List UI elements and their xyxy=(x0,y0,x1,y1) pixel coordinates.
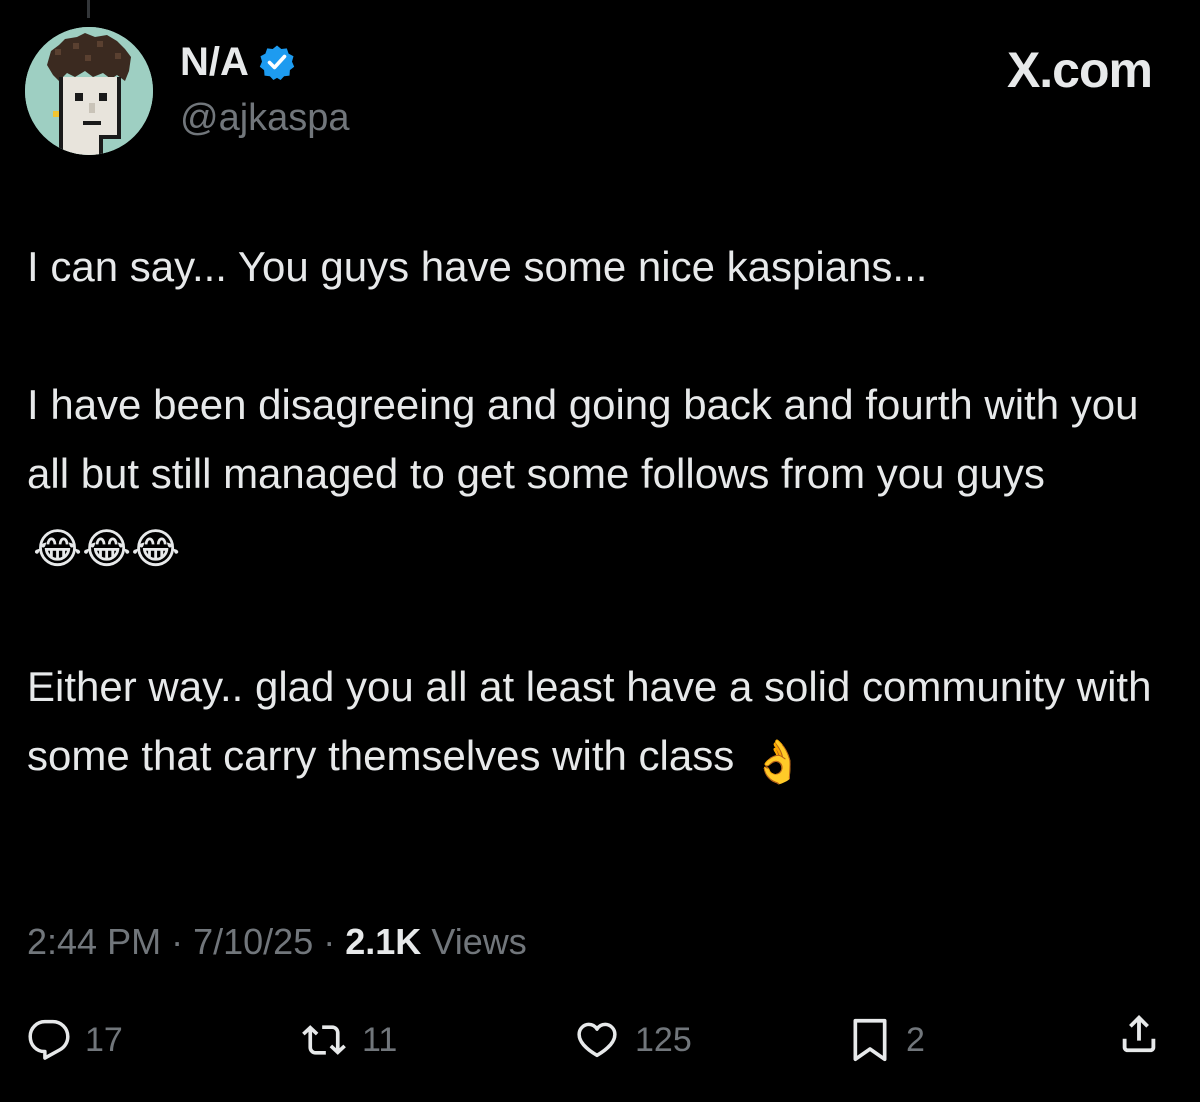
paragraph-text: I can say... You guys have some nice kas… xyxy=(27,243,928,290)
tweet-meta: 2:44 PM · 7/10/25 · 2.1K Views xyxy=(27,918,527,966)
action-bar: 17 11 125 2 xyxy=(0,1010,1200,1070)
author-handle[interactable]: @ajkaspa xyxy=(180,95,350,141)
repost-count: 11 xyxy=(362,1021,398,1059)
pixel-punk-avatar-icon xyxy=(25,27,153,155)
bookmark-count: 2 xyxy=(906,1021,925,1059)
brand-watermark: X.com xyxy=(1006,42,1153,98)
views-label: Views xyxy=(431,921,527,962)
like-button[interactable]: 125 xyxy=(573,1010,692,1070)
meta-separator: · xyxy=(323,921,336,962)
like-count: 125 xyxy=(635,1021,692,1059)
share-button[interactable] xyxy=(1116,1010,1162,1056)
reply-count: 17 xyxy=(85,1021,123,1059)
tweet-paragraph: I have been disagreeing and going back a… xyxy=(27,370,1177,583)
bookmark-icon xyxy=(853,1018,887,1062)
reply-button[interactable]: 17 xyxy=(27,1010,123,1070)
verified-badge-icon xyxy=(259,44,295,80)
heart-icon xyxy=(577,1022,617,1058)
meta-separator: · xyxy=(171,921,184,962)
ok-hand-emoji-icon: 👌 xyxy=(751,738,805,785)
paragraph-text: Either way.. glad you all at least have … xyxy=(27,663,1152,779)
repost-button[interactable]: 11 xyxy=(300,1010,397,1070)
repost-icon xyxy=(302,1025,346,1055)
author-name-row: N/A xyxy=(180,38,295,86)
tweet-text: I can say... You guys have some nice kas… xyxy=(27,232,1177,796)
thread-connector-line xyxy=(87,0,90,18)
author-display-name[interactable]: N/A xyxy=(180,38,249,86)
bookmark-button[interactable]: 2 xyxy=(848,1010,925,1070)
paragraph-text: I have been disagreeing and going back a… xyxy=(27,381,1139,497)
tweet-paragraph: I can say... You guys have some nice kas… xyxy=(27,232,1177,301)
post-date[interactable]: 7/10/25 xyxy=(193,921,313,962)
reply-icon xyxy=(28,1019,70,1060)
views-count: 2.1K xyxy=(345,921,422,962)
share-icon xyxy=(1122,1014,1156,1053)
avatar[interactable] xyxy=(25,27,153,155)
tweet-paragraph: Either way.. glad you all at least have … xyxy=(27,652,1177,796)
post-time[interactable]: 2:44 PM xyxy=(27,921,161,962)
laughing-tears-emoji-icon: 😂😂😂 xyxy=(33,525,181,572)
